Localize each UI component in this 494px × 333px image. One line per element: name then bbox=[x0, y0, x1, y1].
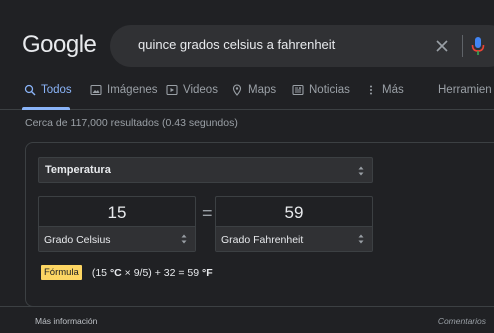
active-tab-indicator bbox=[22, 107, 70, 110]
tab-label: Todos bbox=[41, 84, 72, 96]
tab-label: Noticias bbox=[309, 84, 350, 96]
equals-sign: = bbox=[202, 203, 213, 223]
search-input[interactable]: quince grados celsius a fahrenheit bbox=[138, 37, 438, 52]
google-logo[interactable]: Google bbox=[22, 31, 97, 59]
tab-maps[interactable]: Maps bbox=[231, 82, 276, 98]
tab-label: Herramien bbox=[438, 84, 492, 96]
tab-label: Más bbox=[382, 84, 404, 96]
formula-badge: Fórmula bbox=[41, 265, 82, 280]
category-select[interactable]: Temperatura bbox=[38, 157, 373, 183]
close-icon[interactable] bbox=[430, 34, 454, 58]
tab-herramientas[interactable]: Herramien bbox=[438, 82, 492, 98]
tab-label: Videos bbox=[183, 84, 218, 96]
search-tabs: Todos Imágenes Videos Maps Noticias Más … bbox=[0, 76, 494, 110]
feedback-link[interactable]: Comentarios bbox=[438, 316, 486, 326]
more-vert-icon bbox=[370, 85, 372, 95]
tab-videos[interactable]: Videos bbox=[166, 82, 218, 98]
unit-converter-card: Temperatura 15 Grado Celsius = 59 Grado … bbox=[25, 142, 494, 307]
to-value-input[interactable]: 59 bbox=[216, 203, 372, 225]
formula-text: (15 °C × 9/5) + 32 = 59 °F bbox=[92, 267, 213, 279]
search-results-page: Google quince grados celsius a fahrenhei… bbox=[0, 0, 494, 333]
from-value-input[interactable]: 15 bbox=[39, 203, 195, 225]
formula-row: Fórmula (15 °C × 9/5) + 32 = 59 °F bbox=[41, 265, 213, 280]
to-converter-box: 59 Grado Fahrenheit bbox=[215, 196, 373, 252]
map-pin-icon bbox=[232, 84, 242, 96]
formula-part: (15 bbox=[91, 266, 110, 279]
news-icon bbox=[292, 84, 304, 96]
card-footer: Más información Comentarios bbox=[0, 306, 494, 333]
tab-mas[interactable]: Más bbox=[365, 82, 404, 98]
search-divider bbox=[462, 35, 463, 57]
from-converter-box: 15 Grado Celsius bbox=[38, 196, 196, 252]
select-arrows-icon bbox=[358, 234, 364, 244]
from-unit-label: Grado Celsius bbox=[44, 234, 111, 246]
formula-unit: °F bbox=[202, 266, 213, 279]
tab-label: Imágenes bbox=[107, 84, 158, 96]
formula-part: × 9/5) + 32 = 59 bbox=[121, 266, 203, 279]
to-unit-select[interactable]: Grado Fahrenheit bbox=[216, 226, 372, 251]
select-arrows-icon bbox=[181, 234, 187, 244]
tab-label: Maps bbox=[248, 84, 277, 96]
from-unit-select[interactable]: Grado Celsius bbox=[39, 226, 195, 251]
tab-imagenes[interactable]: Imágenes bbox=[90, 82, 158, 98]
select-arrows-icon bbox=[358, 166, 364, 176]
tab-noticias[interactable]: Noticias bbox=[292, 82, 350, 98]
result-stats: Cerca de 117,000 resultados (0.43 segund… bbox=[25, 117, 238, 129]
microphone-icon[interactable] bbox=[470, 35, 486, 57]
search-box[interactable]: quince grados celsius a fahrenheit bbox=[110, 25, 494, 67]
formula-unit: °C bbox=[109, 266, 122, 279]
image-icon bbox=[90, 84, 102, 96]
search-icon bbox=[24, 84, 36, 96]
more-info-link[interactable]: Más información bbox=[35, 316, 97, 326]
tab-todos[interactable]: Todos bbox=[24, 82, 72, 98]
to-unit-label: Grado Fahrenheit bbox=[221, 234, 304, 246]
category-select-value: Temperatura bbox=[45, 164, 111, 176]
video-icon bbox=[166, 84, 178, 96]
